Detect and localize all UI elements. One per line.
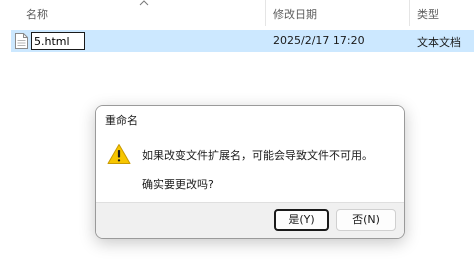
- no-button[interactable]: 否(N): [336, 209, 396, 231]
- file-type: 文本文档: [417, 36, 461, 49]
- column-type-header[interactable]: 类型: [417, 6, 439, 22]
- dialog-message: 如果改变文件扩展名，可能会导致文件不可用。: [142, 149, 373, 162]
- dialog-question: 确实要更改吗?: [142, 178, 214, 191]
- file-modified-date: 2025/2/17 17:20: [273, 34, 365, 47]
- dialog-footer: 是(Y) 否(N): [96, 202, 404, 238]
- yes-button[interactable]: 是(Y): [274, 209, 329, 231]
- sort-up-icon: [139, 0, 149, 6]
- file-row[interactable]: 2025/2/17 17:20 文本文档: [11, 30, 474, 52]
- text-file-icon: [15, 33, 28, 49]
- column-divider[interactable]: [265, 0, 266, 26]
- dialog-title: 重命名: [105, 114, 138, 127]
- rename-input[interactable]: [31, 32, 85, 50]
- warning-icon: [107, 144, 131, 164]
- column-header: 名称 修改日期 类型: [0, 0, 474, 26]
- column-name-header[interactable]: 名称: [26, 6, 48, 22]
- column-divider[interactable]: [409, 0, 410, 26]
- column-modified-header[interactable]: 修改日期: [273, 6, 317, 22]
- dialog-titlebar[interactable]: 重命名: [96, 106, 404, 132]
- rename-confirm-dialog: 重命名 如果改变文件扩展名，可能会导致文件不可用。 确实要更改吗? 是(Y) 否…: [95, 105, 405, 239]
